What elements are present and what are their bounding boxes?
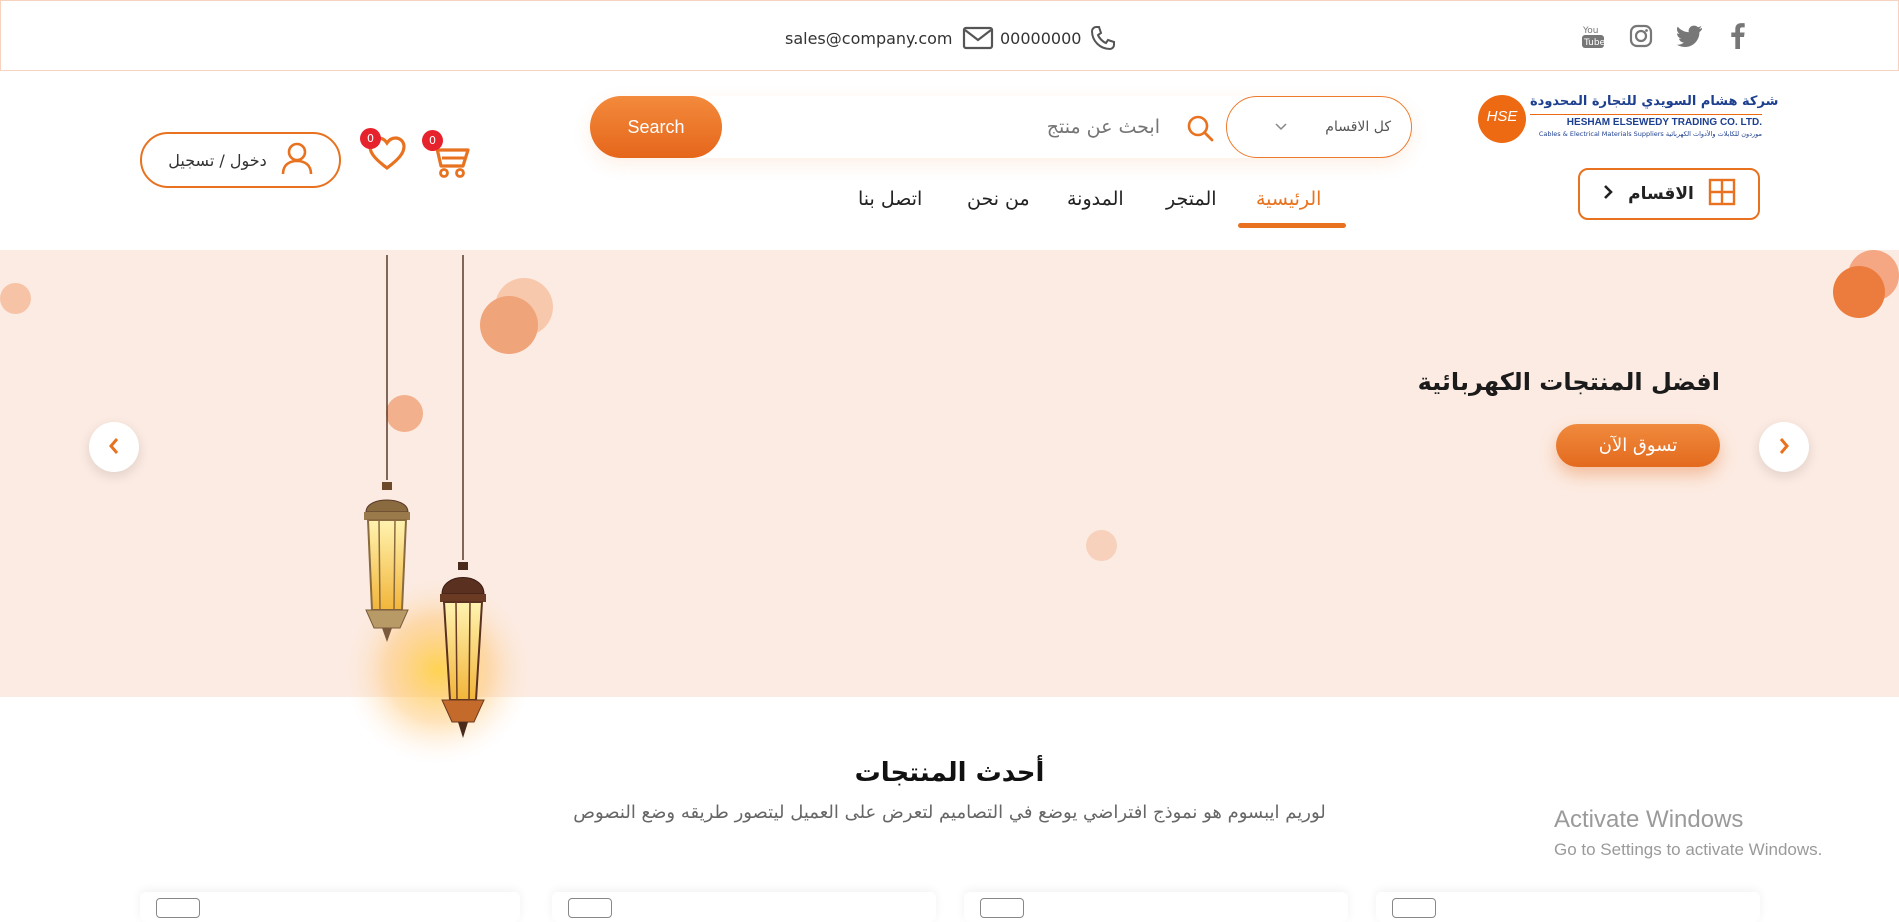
- hero-slider: [0, 250, 1899, 765]
- svg-text:Tube: Tube: [1583, 38, 1605, 48]
- twitter-icon[interactable]: [1675, 21, 1705, 51]
- latest-products-title: أحدث المنتجات: [854, 758, 1045, 788]
- logo-arabic-name: شركة هشام السويدي للتجارة المحدودة: [1530, 94, 1779, 109]
- nav-blog[interactable]: المدونة: [1067, 188, 1124, 210]
- phone-text[interactable]: 00000000: [1000, 29, 1081, 48]
- product-card[interactable]: [140, 892, 520, 922]
- logo-english-name: HESHAM ELSEWEDY TRADING CO. LTD.: [1530, 114, 1762, 128]
- login-register-button[interactable]: دخول / تسجيل: [140, 132, 341, 188]
- login-label: دخول / تسجيل: [168, 150, 267, 170]
- watermark-title: Activate Windows: [1554, 806, 1744, 833]
- svg-text:You: You: [1582, 26, 1599, 36]
- chevron-right-icon: [1778, 437, 1790, 458]
- search-button[interactable]: Search: [590, 96, 722, 158]
- user-icon: [281, 141, 313, 179]
- product-badge: [568, 898, 612, 918]
- product-badge: [156, 898, 200, 918]
- decor-bubble: [1086, 530, 1117, 561]
- logo-tagline: Cables & Electrical Materials Suppliers …: [1538, 130, 1762, 138]
- phone-contact[interactable]: 00000000: [1000, 23, 1117, 53]
- product-badge: [980, 898, 1024, 918]
- watermark-subtitle: Go to Settings to activate Windows.: [1554, 840, 1823, 859]
- shop-now-button[interactable]: تسوق الآن: [1556, 424, 1720, 467]
- nav-active-indicator: [1238, 223, 1346, 228]
- product-badge: [1392, 898, 1436, 918]
- wishlist-button[interactable]: 0: [360, 128, 407, 174]
- logo-mark: HSE: [1486, 108, 1518, 125]
- cart-button[interactable]: 0: [422, 130, 472, 180]
- nav-contact[interactable]: اتصل بنا: [858, 188, 922, 210]
- search-icon[interactable]: [1186, 114, 1214, 142]
- categories-label: الاقسام: [1628, 184, 1694, 204]
- nav-about[interactable]: من نحن: [967, 188, 1030, 210]
- product-card[interactable]: [964, 892, 1348, 922]
- mail-icon: [962, 25, 994, 51]
- email-text[interactable]: sales@company.com: [785, 29, 952, 48]
- youtube-icon[interactable]: You Tube: [1578, 21, 1608, 51]
- phone-icon: [1089, 24, 1117, 52]
- categories-button[interactable]: الاقسام: [1578, 168, 1760, 220]
- windows-activation-watermark: Activate Windows Go to Settings to activ…: [1554, 806, 1822, 860]
- grid-icon: [1708, 178, 1736, 211]
- facebook-icon[interactable]: [1723, 21, 1753, 51]
- chevron-down-icon: [1275, 119, 1287, 135]
- search-input[interactable]: [740, 106, 1160, 148]
- product-card[interactable]: [552, 892, 936, 922]
- nav-home[interactable]: الرئيسية: [1256, 188, 1321, 210]
- category-select-value: كل الاقسام: [1325, 119, 1391, 135]
- decor-bubble: [1833, 266, 1885, 318]
- instagram-icon[interactable]: [1626, 21, 1656, 51]
- nav-shop[interactable]: المتجر: [1166, 188, 1217, 210]
- search-bar: Search كل الاقسام: [590, 96, 1412, 158]
- decor-bubble: [0, 283, 31, 314]
- hero-title: افضل المنتجات الكهربائية: [1417, 368, 1720, 396]
- email-contact[interactable]: sales@company.com: [785, 23, 994, 53]
- cart-count-badge: 0: [422, 130, 443, 151]
- company-logo[interactable]: HSE شركة هشام السويدي للتجارة المحدودة H…: [1478, 94, 1779, 144]
- category-select[interactable]: كل الاقسام: [1226, 96, 1412, 158]
- top-bar: sales@company.com 00000000 You Tube: [0, 0, 1899, 71]
- slider-next-button[interactable]: [1759, 422, 1809, 472]
- lanterns-image: [343, 255, 533, 765]
- product-card[interactable]: [1376, 892, 1760, 922]
- wishlist-count-badge: 0: [360, 128, 381, 149]
- chevron-left-icon: [108, 437, 120, 458]
- slider-prev-button[interactable]: [89, 422, 139, 472]
- chevron-right-icon: [1602, 184, 1614, 205]
